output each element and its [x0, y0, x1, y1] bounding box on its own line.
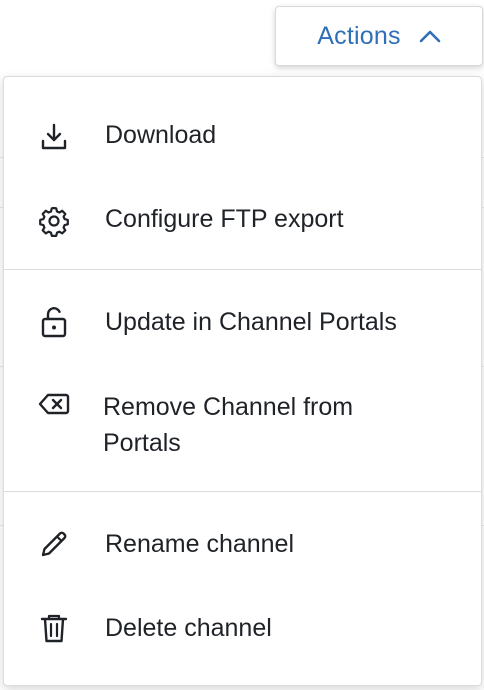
backspace-icon	[38, 388, 70, 420]
menu-item-delete-channel[interactable]: Delete channel	[4, 588, 481, 672]
menu-item-label: Update in Channel Portals	[105, 308, 397, 336]
menu-divider	[4, 269, 481, 270]
page: Actions Download Configure FTP export Up…	[0, 0, 484, 690]
unlock-icon	[38, 306, 70, 338]
menu-item-label: Download	[105, 121, 217, 149]
actions-button-label: Actions	[317, 21, 401, 50]
menu-item-rename-channel[interactable]: Rename channel	[4, 504, 481, 588]
menu-item-configure-ftp-export[interactable]: Configure FTP export	[4, 179, 481, 263]
gear-icon	[38, 205, 70, 237]
menu-item-label: Delete channel	[105, 614, 272, 642]
actions-menu: Download Configure FTP export Update in …	[3, 76, 482, 686]
menu-item-remove-channel-from-portals[interactable]: Remove Channel from Portals	[4, 366, 481, 486]
pencil-icon	[38, 528, 70, 560]
menu-item-label: Rename channel	[105, 530, 295, 558]
menu-item-download[interactable]: Download	[4, 95, 481, 179]
actions-button[interactable]: Actions	[275, 6, 483, 66]
menu-item-update-in-channel-portals[interactable]: Update in Channel Portals	[4, 282, 481, 366]
download-icon	[38, 121, 70, 153]
chevron-up-icon	[419, 30, 440, 43]
menu-divider	[4, 491, 481, 492]
menu-item-label: Remove Channel from Portals	[103, 393, 354, 457]
menu-item-label: Configure FTP export	[105, 205, 344, 233]
trash-icon	[38, 612, 70, 644]
